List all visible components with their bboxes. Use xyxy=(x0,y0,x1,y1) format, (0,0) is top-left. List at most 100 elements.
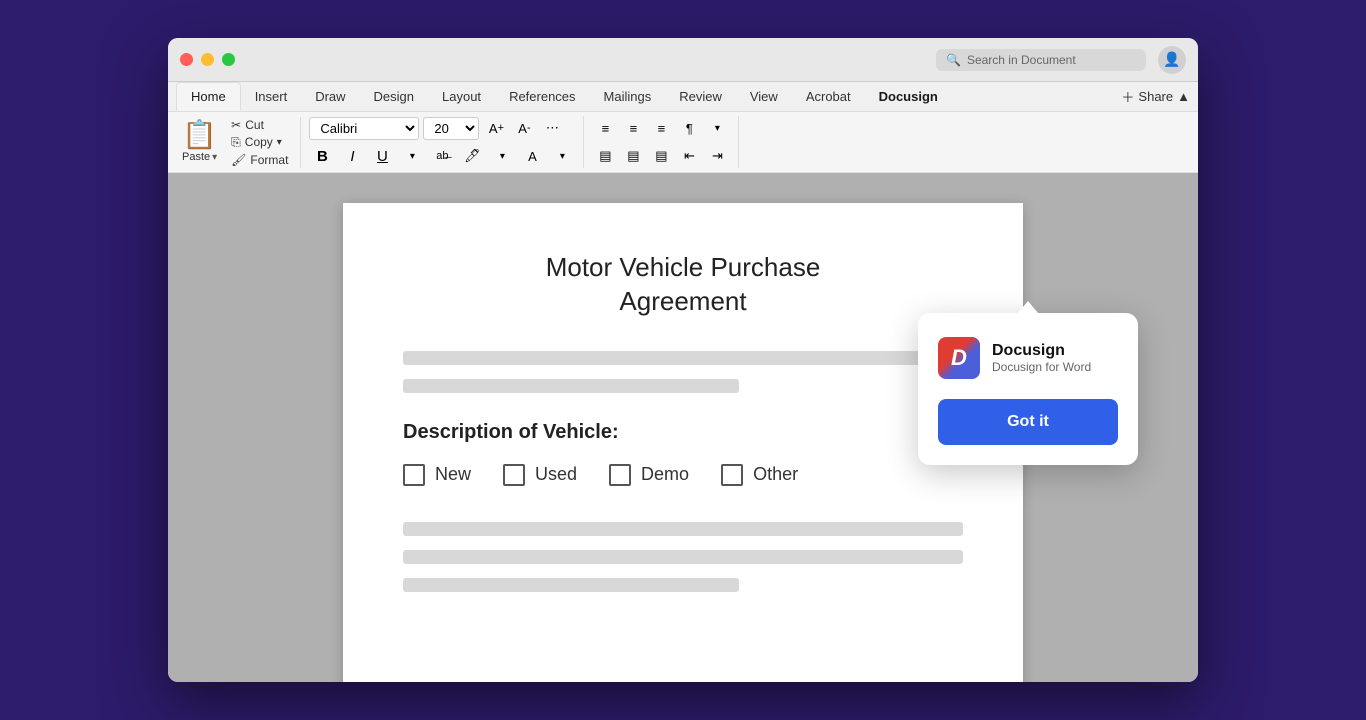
tab-home[interactable]: Home xyxy=(176,82,241,111)
underline-dropdown[interactable]: ▾ xyxy=(399,144,425,168)
font-options-button[interactable]: ⋯ xyxy=(539,116,565,140)
increase-font-button[interactable]: A+ xyxy=(483,116,509,140)
title-bar-right: 🔍 Search in Document 👤 xyxy=(936,46,1186,74)
decrease-indent-button[interactable]: ⇤ xyxy=(676,144,702,168)
tab-draw[interactable]: Draw xyxy=(301,83,359,110)
tab-mailings[interactable]: Mailings xyxy=(590,83,666,110)
close-button[interactable] xyxy=(180,53,193,66)
font-row-1: Calibri 20 A+ A- ⋯ xyxy=(309,116,575,140)
tab-review[interactable]: Review xyxy=(665,83,736,110)
checkbox-other-box[interactable] xyxy=(721,464,743,486)
font-group: Calibri 20 A+ A- ⋯ B I U ▾ ab xyxy=(309,116,584,168)
align-justify-right[interactable]: ▤ xyxy=(648,144,674,168)
format-icon: 🖌 xyxy=(231,153,246,167)
share-button[interactable]: ＋ Share ▲ xyxy=(1121,87,1190,106)
highlight-color-button[interactable]: 🖊 xyxy=(459,144,485,168)
checkbox-used-box[interactable] xyxy=(503,464,525,486)
align-justify-left[interactable]: ▤ xyxy=(592,144,618,168)
docusign-popup: D Docusign Docusign for Word Got it xyxy=(918,313,1138,465)
align-left-button[interactable]: ≡ xyxy=(592,116,618,140)
doc-line-1 xyxy=(403,351,963,365)
doc-line-2 xyxy=(403,379,739,393)
font-size-select[interactable]: 20 xyxy=(423,117,479,140)
font-size-buttons: A+ A- ⋯ xyxy=(483,116,565,140)
checkbox-used-label: Used xyxy=(535,464,577,485)
paragraph-options-button[interactable]: ¶ xyxy=(676,116,702,140)
increase-indent-button[interactable]: ⇥ xyxy=(704,144,730,168)
copy-dropdown-arrow: ▾ xyxy=(277,137,282,148)
app-window: 🔍 Search in Document 👤 Home Insert Draw … xyxy=(168,38,1198,682)
align-center-button[interactable]: ≡ xyxy=(620,116,646,140)
cut-icon: ✂ xyxy=(231,118,241,132)
tab-layout[interactable]: Layout xyxy=(428,83,495,110)
align-justify-center[interactable]: ▤ xyxy=(620,144,646,168)
para-dropdown[interactable]: ▾ xyxy=(704,116,730,140)
popup-app-name: Docusign xyxy=(992,342,1091,360)
traffic-lights xyxy=(180,53,235,66)
tab-docusign[interactable]: Docusign xyxy=(865,83,952,110)
checkbox-new: New xyxy=(403,464,471,486)
maximize-button[interactable] xyxy=(222,53,235,66)
tab-design[interactable]: Design xyxy=(360,83,428,110)
checkbox-other-label: Other xyxy=(753,464,798,485)
paragraph-group: ≡ ≡ ≡ ¶ ▾ ▤ ▤ ▤ ⇤ ⇥ xyxy=(592,116,739,168)
search-icon: 🔍 xyxy=(946,53,961,67)
paragraph-row-1: ≡ ≡ ≡ ¶ ▾ xyxy=(592,116,730,140)
format-button[interactable]: 🖌 Format xyxy=(227,152,292,168)
copy-button[interactable]: ⎘ Copy ▾ xyxy=(227,134,292,151)
checkbox-other: Other xyxy=(721,464,798,486)
checkbox-new-label: New xyxy=(435,464,471,485)
ribbon: Home Insert Draw Design Layout Reference… xyxy=(168,82,1198,173)
doc-line-5 xyxy=(403,578,739,592)
share-label: Share xyxy=(1138,89,1173,104)
tab-view[interactable]: View xyxy=(736,83,792,110)
paste-icon: 📋 xyxy=(182,121,217,149)
checkbox-new-box[interactable] xyxy=(403,464,425,486)
ribbon-tabs: Home Insert Draw Design Layout Reference… xyxy=(168,82,1198,112)
paste-label: Paste xyxy=(182,151,210,163)
align-right-button[interactable]: ≡ xyxy=(648,116,674,140)
docusign-logo: D xyxy=(938,337,980,379)
font-row-2: B I U ▾ ab̶ 🖊 ▾ A ▾ xyxy=(309,144,575,168)
font-color-dropdown[interactable]: ▾ xyxy=(549,144,575,168)
paste-button[interactable]: 📋 Paste ▾ xyxy=(176,119,223,165)
popup-app-subtitle: Docusign for Word xyxy=(992,360,1091,374)
checkbox-row: New Used Demo Other xyxy=(403,464,963,486)
tab-acrobat[interactable]: Acrobat xyxy=(792,83,865,110)
got-it-button[interactable]: Got it xyxy=(938,399,1118,445)
checkbox-used: Used xyxy=(503,464,577,486)
checkbox-demo-label: Demo xyxy=(641,464,689,485)
title-bar: 🔍 Search in Document 👤 xyxy=(168,38,1198,82)
search-bar[interactable]: 🔍 Search in Document xyxy=(936,49,1146,71)
doc-line-3 xyxy=(403,522,963,536)
plus-icon: ＋ xyxy=(1121,87,1134,106)
decrease-font-button[interactable]: A- xyxy=(511,116,537,140)
highlight-dropdown[interactable]: ▾ xyxy=(489,144,515,168)
italic-button[interactable]: I xyxy=(339,144,365,168)
underline-button[interactable]: U xyxy=(369,144,395,168)
popup-title-block: Docusign Docusign for Word xyxy=(992,342,1091,374)
tab-references[interactable]: References xyxy=(495,83,589,110)
search-placeholder: Search in Document xyxy=(967,53,1076,67)
vehicle-section-title: Description of Vehicle: xyxy=(403,421,963,444)
bold-button[interactable]: B xyxy=(309,144,335,168)
user-icon[interactable]: 👤 xyxy=(1158,46,1186,74)
cut-button[interactable]: ✂ Cut xyxy=(227,117,292,133)
paragraph-row-2: ▤ ▤ ▤ ⇤ ⇥ xyxy=(592,144,730,168)
clipboard-group: 📋 Paste ▾ ✂ Cut ⎘ Copy ▾ xyxy=(176,117,301,168)
small-clipboard-btns: ✂ Cut ⎘ Copy ▾ 🖌 Format xyxy=(227,117,292,168)
popup-header: D Docusign Docusign for Word xyxy=(938,337,1118,379)
document-area: Motor Vehicle Purchase Agreement Descrip… xyxy=(168,173,1198,682)
font-color-button[interactable]: A xyxy=(519,144,545,168)
checkbox-demo-box[interactable] xyxy=(609,464,631,486)
minimize-button[interactable] xyxy=(201,53,214,66)
ribbon-content: 📋 Paste ▾ ✂ Cut ⎘ Copy ▾ xyxy=(168,112,1198,172)
copy-icon: ⎘ xyxy=(231,135,241,150)
paste-dropdown-arrow: ▾ xyxy=(212,152,217,163)
font-name-select[interactable]: Calibri xyxy=(309,117,419,140)
tab-insert[interactable]: Insert xyxy=(241,83,302,110)
doc-lines-bottom xyxy=(403,522,963,592)
strikethrough-button[interactable]: ab̶ xyxy=(429,144,455,168)
popup-arrow xyxy=(1018,301,1038,313)
chevron-up-icon: ▲ xyxy=(1177,89,1190,104)
